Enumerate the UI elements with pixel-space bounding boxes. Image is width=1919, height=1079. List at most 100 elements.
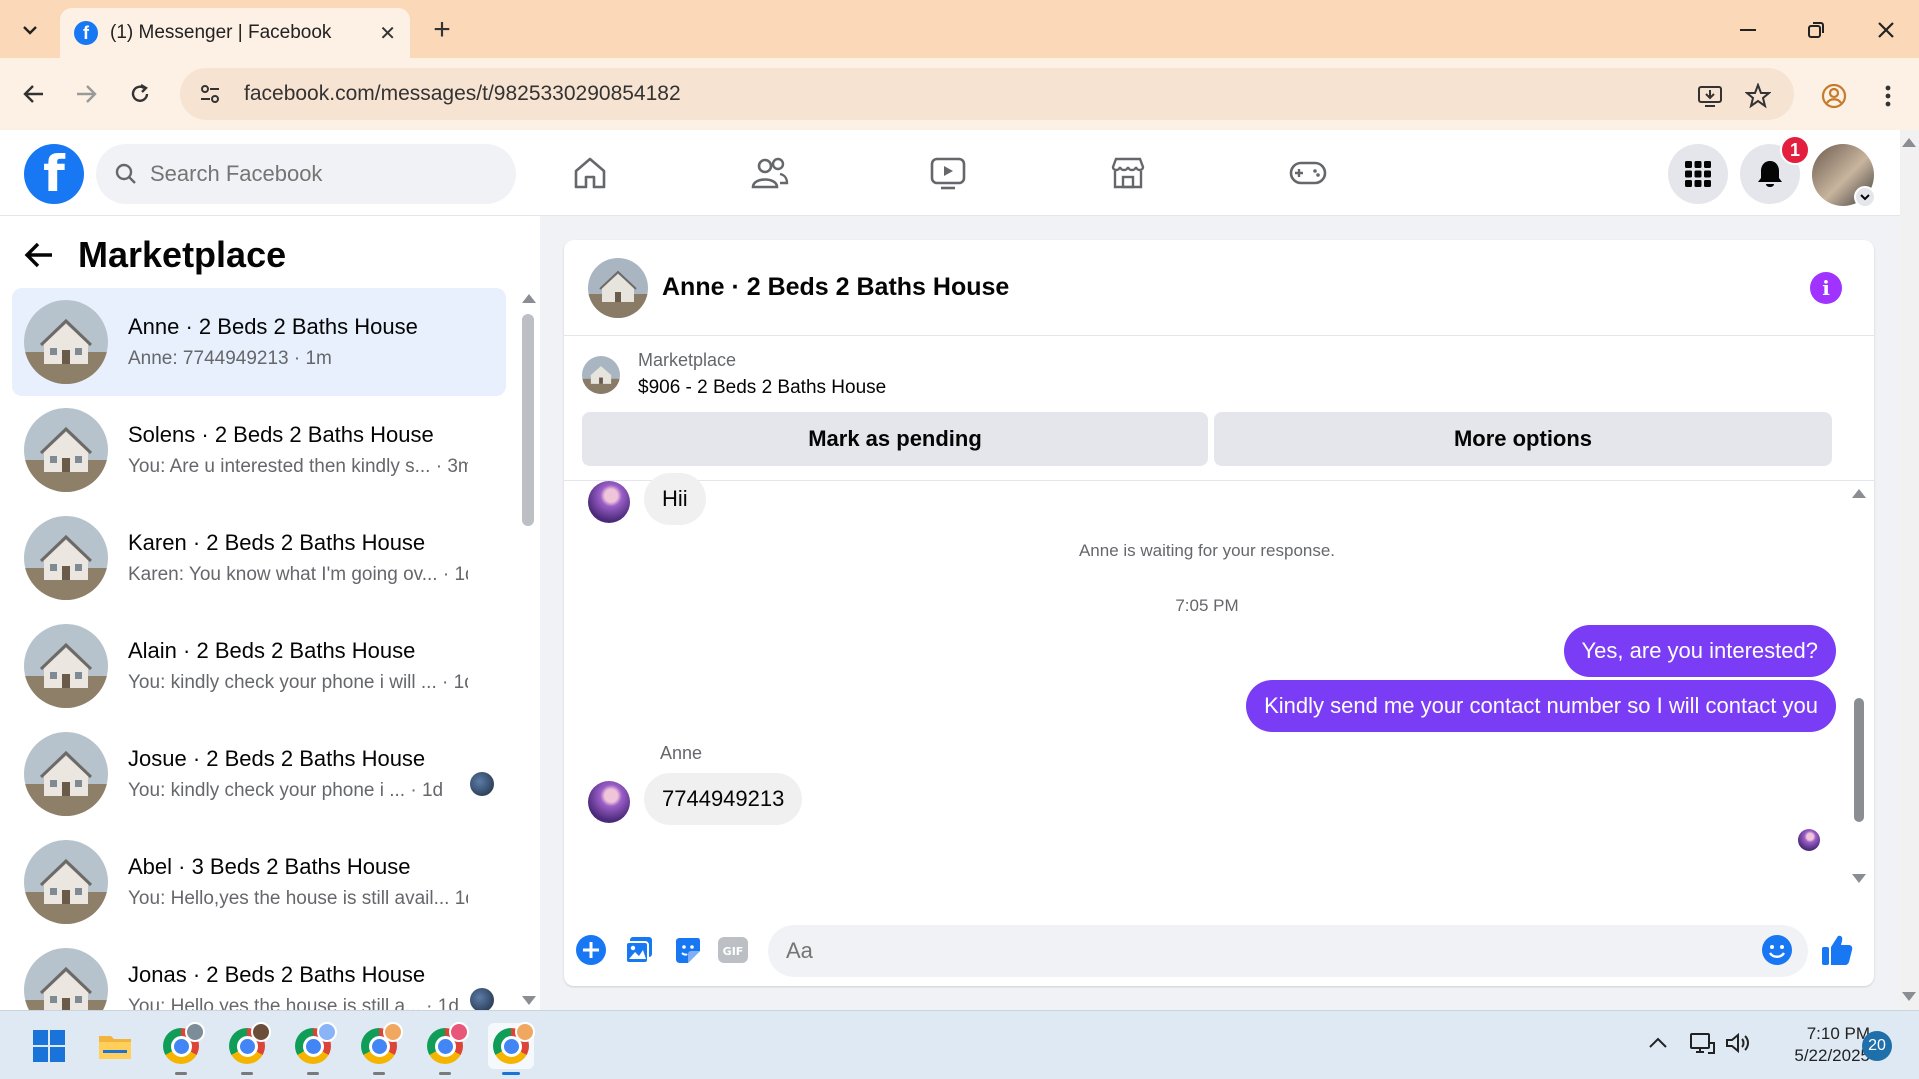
conversation-item[interactable]: Abel · 3 Beds 2 Baths House You: Hello,ye… xyxy=(12,828,506,936)
chrome-profile-3[interactable] xyxy=(290,1022,337,1075)
listing-thumbnail xyxy=(24,948,108,1010)
install-app-button[interactable] xyxy=(1692,78,1728,114)
listing-thumbnail xyxy=(24,624,108,708)
message-input[interactable] xyxy=(786,938,1726,964)
photo-icon xyxy=(625,937,652,964)
search-input[interactable] xyxy=(150,161,490,187)
facebook-search[interactable] xyxy=(96,144,516,204)
like-button[interactable] xyxy=(1820,933,1854,967)
new-tab-button[interactable]: + xyxy=(424,12,460,48)
listing-thumbnail xyxy=(24,840,108,924)
network-status[interactable] xyxy=(1688,1031,1716,1062)
incoming-message: 7744949213 xyxy=(644,773,803,825)
nav-gaming[interactable] xyxy=(1278,148,1338,198)
forward-button[interactable] xyxy=(68,76,104,112)
listing-title: $906 - 2 Beds 2 Baths House xyxy=(638,377,887,398)
nav-home[interactable] xyxy=(560,148,620,198)
conversation-item[interactable]: Jonas · 2 Beds 2 Baths House You: Hello,y… xyxy=(12,936,506,1010)
conversation-name: Abel · 3 Beds 2 Baths House xyxy=(128,854,411,879)
emoji-button[interactable] xyxy=(1760,933,1794,967)
sidebar-scrollbar-thumb[interactable] xyxy=(522,314,534,526)
window-close-button[interactable] xyxy=(1866,12,1906,48)
chrome-profile-6-active[interactable] xyxy=(488,1022,535,1075)
chrome-profile-2[interactable] xyxy=(224,1022,271,1075)
tab-search-button[interactable] xyxy=(12,12,48,48)
menu-button[interactable] xyxy=(1668,144,1728,204)
browser-menu-button[interactable] xyxy=(1870,78,1906,114)
facebook-favicon-icon: f xyxy=(74,21,98,45)
conversation-item[interactable]: Alain · 2 Beds 2 Baths House You: kindly … xyxy=(12,612,506,720)
message-composer: GIF xyxy=(564,911,1874,986)
thread-scroll-down[interactable] xyxy=(1852,874,1866,883)
sidebar-scroll-up[interactable] xyxy=(522,294,536,303)
listing-thumbnail xyxy=(24,408,108,492)
sticker-button[interactable] xyxy=(670,933,704,967)
address-bar[interactable]: facebook.com/messages/t/9825330290854182 xyxy=(180,68,1794,120)
back-arrow-icon[interactable] xyxy=(24,241,54,269)
account-avatar[interactable] xyxy=(1812,144,1876,208)
back-button[interactable] xyxy=(16,76,52,112)
scroll-down-arrow[interactable] xyxy=(1902,992,1916,1001)
thread-scrollbar-thumb[interactable] xyxy=(1854,698,1864,822)
facebook-logo[interactable]: f xyxy=(24,144,84,204)
notification-badge: 1 xyxy=(1780,135,1810,165)
read-receipt-avatar xyxy=(1798,829,1820,851)
conversation-item[interactable]: Anne · 2 Beds 2 Baths House Anne: 7744949… xyxy=(12,288,506,396)
kebab-menu-icon xyxy=(1885,85,1891,107)
chrome-profile-1[interactable] xyxy=(158,1022,205,1075)
conversation-item[interactable]: Solens · 2 Beds 2 Baths House You: Are u … xyxy=(12,396,506,504)
gif-button[interactable]: GIF xyxy=(716,933,750,967)
start-button[interactable] xyxy=(26,1023,72,1069)
listing-summary[interactable]: Marketplace $906 - 2 Beds 2 Baths House xyxy=(582,350,886,399)
conversation-name: Anne · 2 Beds 2 Baths House xyxy=(128,314,418,339)
more-options-button[interactable]: More options xyxy=(1214,412,1832,466)
browser-tab-messenger[interactable]: f (1) Messenger | Facebook ✕ xyxy=(60,8,410,58)
volume-control[interactable] xyxy=(1724,1031,1752,1060)
page-scrollbar[interactable] xyxy=(1900,130,1919,1010)
bookmark-button[interactable] xyxy=(1740,78,1776,114)
arrow-right-icon xyxy=(77,85,97,103)
anne-avatar[interactable] xyxy=(588,481,630,523)
scroll-up-arrow[interactable] xyxy=(1902,138,1916,147)
anne-avatar[interactable] xyxy=(588,781,630,823)
listing-category: Marketplace xyxy=(638,350,737,370)
chrome-profile-4[interactable] xyxy=(356,1022,403,1075)
reload-button[interactable] xyxy=(122,76,158,112)
chat-title[interactable]: Anne · 2 Beds 2 Baths House xyxy=(662,273,1009,302)
conversation-item[interactable]: Karen · 2 Beds 2 Baths House Karen: You k… xyxy=(12,504,506,612)
system-clock[interactable]: 7:10 PM 5/22/2025 xyxy=(1770,1023,1870,1067)
folder-icon xyxy=(99,1036,131,1059)
minimize-button[interactable] xyxy=(1728,12,1768,48)
conversation-item[interactable]: Josue · 2 Beds 2 Baths House You: kindly … xyxy=(12,720,506,828)
sidebar-scroll-down[interactable] xyxy=(522,996,536,1005)
listing-thumbnail[interactable] xyxy=(588,257,648,318)
sender-name: Anne xyxy=(660,743,703,763)
chrome-profile-5[interactable] xyxy=(422,1022,469,1075)
profile-button[interactable] xyxy=(1816,78,1852,114)
add-attachment-button[interactable] xyxy=(574,933,608,967)
nav-watch[interactable] xyxy=(918,148,978,198)
marketplace-icon xyxy=(1111,157,1145,189)
attach-photo-button[interactable] xyxy=(622,933,656,967)
tab-close-icon[interactable]: ✕ xyxy=(379,21,396,46)
chevron-down-icon xyxy=(1854,186,1876,208)
file-explorer-button[interactable] xyxy=(92,1023,138,1069)
close-icon xyxy=(1878,22,1894,38)
nav-marketplace[interactable] xyxy=(1098,148,1158,198)
notification-center-badge[interactable]: 20 xyxy=(1862,1031,1892,1061)
chrome-icon xyxy=(493,1022,535,1064)
thread-scroll-up[interactable] xyxy=(1852,489,1866,498)
conversation-name: Karen · 2 Beds 2 Baths House xyxy=(128,530,426,555)
info-icon[interactable]: i xyxy=(1810,272,1842,304)
restore-button[interactable] xyxy=(1796,12,1836,48)
profile-icon xyxy=(1821,83,1847,109)
star-icon xyxy=(1745,83,1771,109)
message-input-wrapper[interactable] xyxy=(768,925,1808,977)
mark-as-pending-button[interactable]: Mark as pending xyxy=(582,412,1208,466)
show-hidden-icons[interactable] xyxy=(1648,1033,1668,1054)
nav-friends[interactable] xyxy=(740,148,800,198)
clock-time: 7:10 PM xyxy=(1806,1024,1870,1043)
chevron-down-icon xyxy=(23,26,37,35)
chrome-icon xyxy=(229,1022,271,1064)
site-info-icon[interactable] xyxy=(194,78,226,110)
